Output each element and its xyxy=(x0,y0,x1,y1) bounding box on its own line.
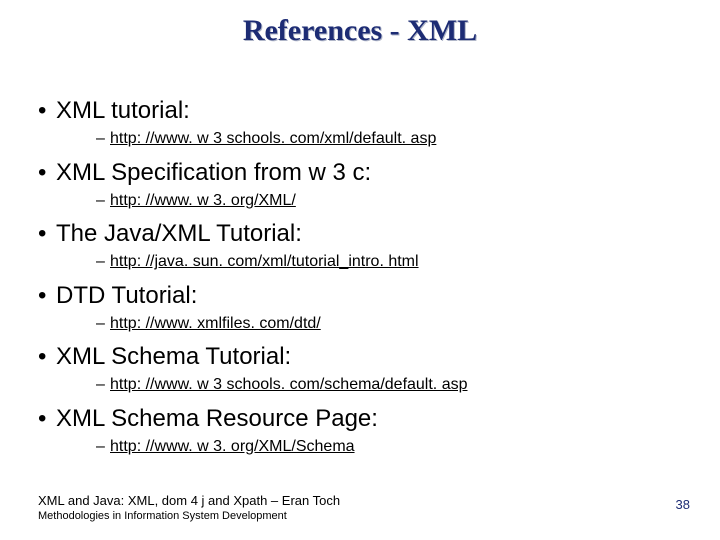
slide: References - XML •XML tutorial: –http: /… xyxy=(0,0,720,540)
bullet-level1: •XML Schema Tutorial: xyxy=(38,342,682,372)
dash-icon: – xyxy=(96,313,110,335)
dash-icon: – xyxy=(96,190,110,212)
bullet-level1: •DTD Tutorial: xyxy=(38,281,682,311)
bullet-label: XML Schema Resource Page: xyxy=(56,405,378,432)
bullet-level2: –http: //www. w 3 schools. com/schema/de… xyxy=(96,374,682,396)
bullet-dot-icon: • xyxy=(38,404,56,434)
bullet-level2: –http: //java. sun. com/xml/tutorial_int… xyxy=(96,251,682,273)
bullet-label: DTD Tutorial: xyxy=(56,282,197,309)
reference-link[interactable]: http: //www. w 3 schools. com/xml/defaul… xyxy=(110,130,436,147)
slide-title: References - XML xyxy=(0,14,720,48)
dash-icon: – xyxy=(96,128,110,150)
dash-icon: – xyxy=(96,436,110,458)
bullet-dot-icon: • xyxy=(38,96,56,126)
bullet-level1: •XML Specification from w 3 c: xyxy=(38,158,682,188)
reference-link[interactable]: http: //java. sun. com/xml/tutorial_intr… xyxy=(110,253,419,270)
dash-icon: – xyxy=(96,251,110,273)
bullet-level2: –http: //www. xmlfiles. com/dtd/ xyxy=(96,313,682,335)
bullet-level1: •The Java/XML Tutorial: xyxy=(38,219,682,249)
reference-link[interactable]: http: //www. w 3 schools. com/schema/def… xyxy=(110,376,468,393)
reference-link[interactable]: http: //www. w 3. org/XML/ xyxy=(110,192,296,209)
footer-line-1: XML and Java: XML, dom 4 j and Xpath – E… xyxy=(38,493,598,508)
bullet-level2: –http: //www. w 3 schools. com/xml/defau… xyxy=(96,128,682,150)
footer-line-2: Methodologies in Information System Deve… xyxy=(38,510,598,522)
bullet-dot-icon: • xyxy=(38,219,56,249)
slide-content: •XML tutorial: –http: //www. w 3 schools… xyxy=(0,96,720,466)
bullet-label: The Java/XML Tutorial: xyxy=(56,220,302,247)
bullet-dot-icon: • xyxy=(38,342,56,372)
bullet-label: XML Schema Tutorial: xyxy=(56,343,291,370)
bullet-level1: •XML Schema Resource Page: xyxy=(38,404,682,434)
bullet-label: XML Specification from w 3 c: xyxy=(56,159,371,186)
page-number: 38 xyxy=(676,497,690,512)
bullet-label: XML tutorial: xyxy=(56,97,190,124)
bullet-level2: –http: //www. w 3. org/XML/Schema xyxy=(96,436,682,458)
bullet-level2: –http: //www. w 3. org/XML/ xyxy=(96,190,682,212)
bullet-dot-icon: • xyxy=(38,158,56,188)
reference-link[interactable]: http: //www. w 3. org/XML/Schema xyxy=(110,438,355,455)
reference-link[interactable]: http: //www. xmlfiles. com/dtd/ xyxy=(110,315,321,332)
slide-footer: XML and Java: XML, dom 4 j and Xpath – E… xyxy=(38,493,598,522)
bullet-level1: •XML tutorial: xyxy=(38,96,682,126)
dash-icon: – xyxy=(96,374,110,396)
bullet-dot-icon: • xyxy=(38,281,56,311)
